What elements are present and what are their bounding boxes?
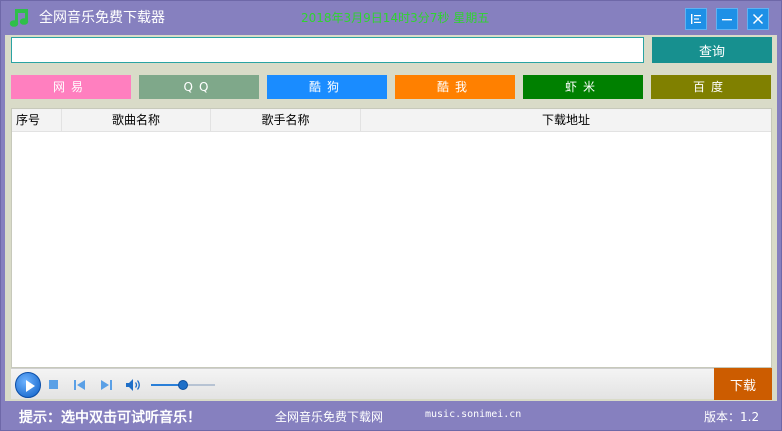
next-icon[interactable] bbox=[99, 379, 113, 391]
source-kugou-button[interactable]: 酷狗 bbox=[267, 75, 387, 99]
site-url-link[interactable]: music.sonimei.cn bbox=[425, 409, 521, 420]
results-table[interactable]: 序号 歌曲名称 歌手名称 下载地址 bbox=[11, 108, 772, 368]
source-xiami-button[interactable]: 虾米 bbox=[523, 75, 643, 99]
site-name-link[interactable]: 全网音乐免费下载网 bbox=[275, 408, 383, 425]
source-qq-button[interactable]: QQ bbox=[139, 75, 259, 99]
download-button[interactable]: 下载 bbox=[714, 368, 772, 400]
table-header: 序号 歌曲名称 歌手名称 下载地址 bbox=[12, 109, 771, 132]
column-header-index[interactable]: 序号 bbox=[12, 109, 62, 131]
music-note-icon bbox=[9, 9, 29, 27]
column-header-url[interactable]: 下载地址 bbox=[361, 109, 771, 131]
window-title: 全网音乐免费下载器 bbox=[39, 10, 165, 26]
date-time-text: 2018年3月9日14时3分7秒 bbox=[301, 11, 450, 25]
search-input[interactable] bbox=[11, 37, 644, 63]
previous-icon[interactable] bbox=[73, 379, 87, 391]
version-label: 版本：1.2 bbox=[704, 410, 760, 424]
app-window: 全网音乐免费下载器 2018年3月9日14时3分7秒 星期五 查询 网易 QQ bbox=[0, 0, 782, 431]
menu-button[interactable] bbox=[685, 8, 707, 30]
status-bar: 提示：选中双击可试听音乐！ 全网音乐免费下载网 music.sonimei.cn… bbox=[1, 401, 781, 430]
tip-text: 提示：选中双击可试听音乐！ bbox=[19, 410, 201, 426]
volume-slider[interactable] bbox=[151, 380, 215, 390]
close-icon bbox=[752, 13, 764, 25]
volume-icon[interactable] bbox=[125, 378, 143, 392]
column-header-singer[interactable]: 歌手名称 bbox=[211, 109, 361, 131]
stop-icon[interactable] bbox=[49, 380, 58, 389]
datetime-display: 2018年3月9日14时3分7秒 星期五 bbox=[301, 11, 489, 25]
menu-icon bbox=[691, 14, 701, 24]
source-kuwo-button[interactable]: 酷我 bbox=[395, 75, 515, 99]
table-body[interactable] bbox=[12, 132, 771, 367]
main-panel: 查询 网易 QQ 酷狗 酷我 虾米 百度 序号 歌曲名称 歌手名称 下载地址 下… bbox=[5, 35, 777, 401]
close-button[interactable] bbox=[747, 8, 769, 30]
column-header-song[interactable]: 歌曲名称 bbox=[62, 109, 211, 131]
minimize-button[interactable] bbox=[716, 8, 738, 30]
source-netease-button[interactable]: 网易 bbox=[11, 75, 131, 99]
play-icon[interactable] bbox=[15, 372, 41, 398]
weekday-text: 星期五 bbox=[453, 11, 490, 25]
media-player-bar bbox=[11, 368, 714, 399]
minimize-icon bbox=[722, 19, 732, 21]
query-button[interactable]: 查询 bbox=[652, 37, 772, 63]
title-bar[interactable]: 全网音乐免费下载器 2018年3月9日14时3分7秒 星期五 bbox=[1, 1, 781, 35]
volume-slider-thumb[interactable] bbox=[178, 380, 188, 390]
source-baidu-button[interactable]: 百度 bbox=[651, 75, 771, 99]
